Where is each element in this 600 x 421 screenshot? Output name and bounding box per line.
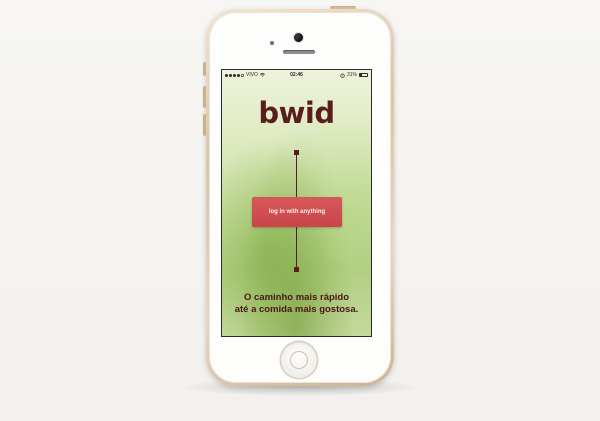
proximity-sensor — [270, 41, 274, 45]
connector-node-bottom — [294, 267, 299, 272]
alarm-clock-icon — [340, 73, 345, 78]
tagline: O caminho mais rápido até a comida mais … — [222, 292, 371, 316]
connector-node-top — [294, 150, 299, 155]
battery-fill — [360, 74, 363, 76]
status-bar: VIVO 02:46 31% — [222, 70, 371, 80]
tagline-line-1: O caminho mais rápido — [243, 292, 350, 303]
app-logo: bwid — [258, 96, 335, 130]
battery-icon — [359, 73, 368, 77]
phone-screen: VIVO 02:46 31% bwid log in with anything… — [222, 70, 371, 336]
product-mockup-stage: VIVO 02:46 31% bwid log in with anything… — [0, 0, 600, 421]
login-button[interactable]: log in with anything — [252, 197, 342, 227]
home-button[interactable] — [281, 342, 317, 378]
status-right: 31% — [340, 72, 368, 78]
battery-percent: 31% — [346, 72, 357, 78]
front-camera-icon — [294, 33, 303, 42]
earpiece-speaker — [283, 50, 315, 54]
tagline-line-2: até a comida mais gostosa. — [234, 304, 359, 315]
home-button-icon — [291, 352, 307, 368]
login-button-label: log in with anything — [268, 209, 326, 215]
